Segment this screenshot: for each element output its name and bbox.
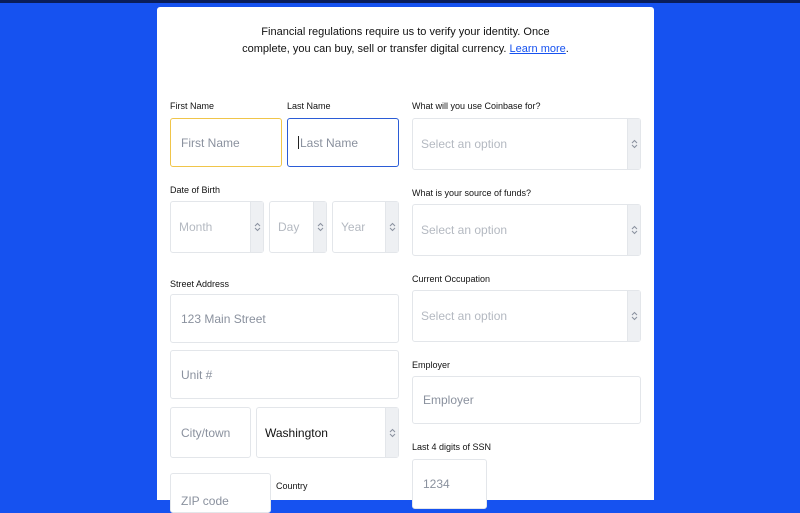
up-down-chevron-icon xyxy=(627,205,640,255)
city-input[interactable]: City/town xyxy=(170,407,251,458)
top-edge xyxy=(0,0,800,3)
coinbase-use-select[interactable]: Select an option xyxy=(412,118,641,170)
last-name-label: Last Name xyxy=(287,101,331,111)
country-label: Country xyxy=(276,481,308,491)
state-select[interactable]: Washington xyxy=(256,407,399,458)
zip-code-placeholder: ZIP code xyxy=(181,494,229,508)
dob-year-select[interactable]: Year xyxy=(332,201,399,253)
text-caret xyxy=(298,136,299,149)
occupation-select[interactable]: Select an option xyxy=(412,290,641,342)
source-of-funds-label: What is your source of funds? xyxy=(412,188,532,198)
state-value: Washington xyxy=(265,425,328,440)
last-name-input[interactable]: Last Name xyxy=(287,118,399,167)
last-name-placeholder: Last Name xyxy=(300,135,359,150)
learn-more-link[interactable]: Learn more xyxy=(510,43,566,55)
up-down-chevron-icon xyxy=(627,291,640,341)
occupation-label: Current Occupation xyxy=(412,274,491,284)
unit-input[interactable]: Unit # xyxy=(170,350,399,399)
coinbase-use-placeholder: Select an option xyxy=(421,137,508,151)
dob-year-placeholder: Year xyxy=(341,220,366,234)
street-address-placeholder: 123 Main Street xyxy=(181,311,266,326)
intro-text: Financial regulations require us to veri… xyxy=(237,24,574,58)
ssn-placeholder: 1234 xyxy=(423,477,450,491)
ssn-label: Last 4 digits of SSN xyxy=(412,442,492,452)
source-of-funds-placeholder: Select an option xyxy=(421,223,508,237)
coinbase-use-label: What will you use Coinbase for? xyxy=(412,101,541,111)
city-placeholder: City/town xyxy=(181,425,231,440)
occupation-placeholder: Select an option xyxy=(421,309,508,323)
street-address-input[interactable]: 123 Main Street xyxy=(170,294,399,343)
ssn-input[interactable]: 1234 xyxy=(412,459,487,509)
street-address-label: Street Address xyxy=(170,279,230,289)
employer-placeholder: Employer xyxy=(423,393,474,407)
dob-month-placeholder: Month xyxy=(179,220,213,234)
first-name-placeholder: First Name xyxy=(181,135,240,150)
up-down-chevron-icon xyxy=(313,202,326,252)
verification-card: Financial regulations require us to veri… xyxy=(157,7,654,513)
up-down-chevron-icon xyxy=(385,408,398,457)
intro-message: Financial regulations require us to veri… xyxy=(242,26,550,55)
zip-code-input[interactable]: ZIP code xyxy=(170,473,271,513)
dob-day-select[interactable]: Day xyxy=(269,201,327,253)
source-of-funds-select[interactable]: Select an option xyxy=(412,204,641,256)
dob-label: Date of Birth xyxy=(170,185,221,195)
up-down-chevron-icon xyxy=(385,202,398,252)
first-name-label: First Name xyxy=(170,101,215,111)
dob-day-placeholder: Day xyxy=(278,220,300,234)
dob-month-select[interactable]: Month xyxy=(170,201,264,253)
first-name-input[interactable]: First Name xyxy=(170,118,282,167)
employer-input[interactable]: Employer xyxy=(412,376,641,424)
up-down-chevron-icon xyxy=(250,202,263,252)
unit-placeholder: Unit # xyxy=(181,367,213,382)
intro-suffix: . xyxy=(565,43,569,55)
up-down-chevron-icon xyxy=(627,119,640,169)
employer-label: Employer xyxy=(412,360,451,370)
